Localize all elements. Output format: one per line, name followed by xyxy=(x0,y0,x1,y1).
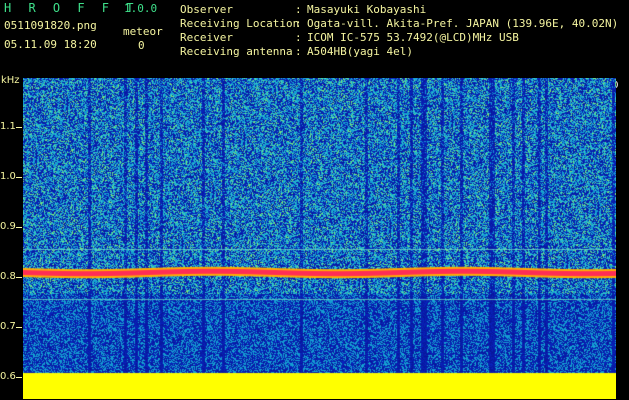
y-tick-mark xyxy=(16,177,22,178)
info-separator: : xyxy=(295,31,302,44)
info-value: ICOM IC-575 53.7492(@LCD)MHz USB xyxy=(307,31,519,44)
app-title: H R O F F T xyxy=(4,1,139,15)
info-separator: : xyxy=(295,3,302,16)
station-info: Observer : Masayuki Kobayashi Receiving … xyxy=(180,3,618,59)
info-separator: : xyxy=(295,45,302,58)
y-tick-mark xyxy=(16,377,22,378)
y-tick-label: 1.1 xyxy=(0,121,16,132)
info-row-antenna: Receiving antenna : A504HB(yagi 4el) xyxy=(180,45,618,59)
info-separator: : xyxy=(295,17,302,30)
date-time: 05.11.09 18:20 xyxy=(4,38,97,51)
y-tick-label: 0.9 xyxy=(0,221,16,232)
info-key: Receiving antenna xyxy=(180,45,293,58)
meteor-count: 0 xyxy=(138,39,145,52)
info-row-observer: Observer : Masayuki Kobayashi xyxy=(180,3,618,17)
y-tick-mark xyxy=(16,127,22,128)
info-key: Observer xyxy=(180,3,233,16)
info-key: Receiving Location xyxy=(180,17,300,30)
info-value: A504HB(yagi 4el) xyxy=(307,45,413,58)
info-value: Ogata-vill. Akita-Pref. JAPAN (139.96E, … xyxy=(307,17,619,30)
y-tick-mark xyxy=(16,327,22,328)
y-tick-mark xyxy=(16,277,22,278)
y-tick-label: 0.6 xyxy=(0,371,16,382)
header-panel: H R O F F T 1.0.0 0511091820.png 05.11.0… xyxy=(0,0,629,76)
info-key: Receiver xyxy=(180,31,233,44)
y-axis-unit: kHz xyxy=(1,75,20,86)
y-tick-label: 0.7 xyxy=(0,321,16,332)
y-tick-mark xyxy=(16,227,22,228)
app-version: 1.0.0 xyxy=(124,2,158,15)
y-tick-label: 1.0 xyxy=(0,171,16,182)
file-name: 0511091820.png xyxy=(4,19,97,32)
info-row-receiver: Receiver : ICOM IC-575 53.7492(@LCD)MHz … xyxy=(180,31,618,45)
spectrogram xyxy=(23,78,616,399)
meteor-label: meteor xyxy=(123,25,163,38)
y-tick-label: 0.8 xyxy=(0,271,16,282)
info-value: Masayuki Kobayashi xyxy=(307,3,427,16)
info-row-location: Receiving Location : Ogata-vill. Akita-P… xyxy=(180,17,618,31)
